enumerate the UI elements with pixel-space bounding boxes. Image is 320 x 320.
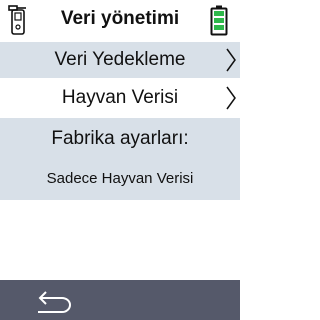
menu-item-label: Veri Yedekleme <box>54 49 186 70</box>
factory-settings-heading: Fabrika ayarları: <box>51 128 189 149</box>
factory-reset-option[interactable]: Sadece Hayvan Verisi <box>0 170 240 188</box>
menu-item-hayvan-verisi[interactable]: Hayvan Verisi <box>0 80 240 116</box>
header-bar: Veri yönetimi <box>0 0 240 40</box>
back-arrow-icon[interactable] <box>34 288 74 314</box>
chevron-right-icon <box>226 48 236 72</box>
chevron-right-icon <box>226 86 236 110</box>
menu-item-label: Hayvan Verisi <box>61 87 179 108</box>
menu-item-veri-yedekleme[interactable]: Veri Yedekleme <box>0 42 240 78</box>
battery-icon <box>210 5 228 36</box>
footer-bar <box>0 280 240 320</box>
page-title: Veri yönetimi <box>60 8 180 29</box>
factory-settings-group: Fabrika ayarları: Sadece Hayvan Verisi <box>0 118 240 200</box>
